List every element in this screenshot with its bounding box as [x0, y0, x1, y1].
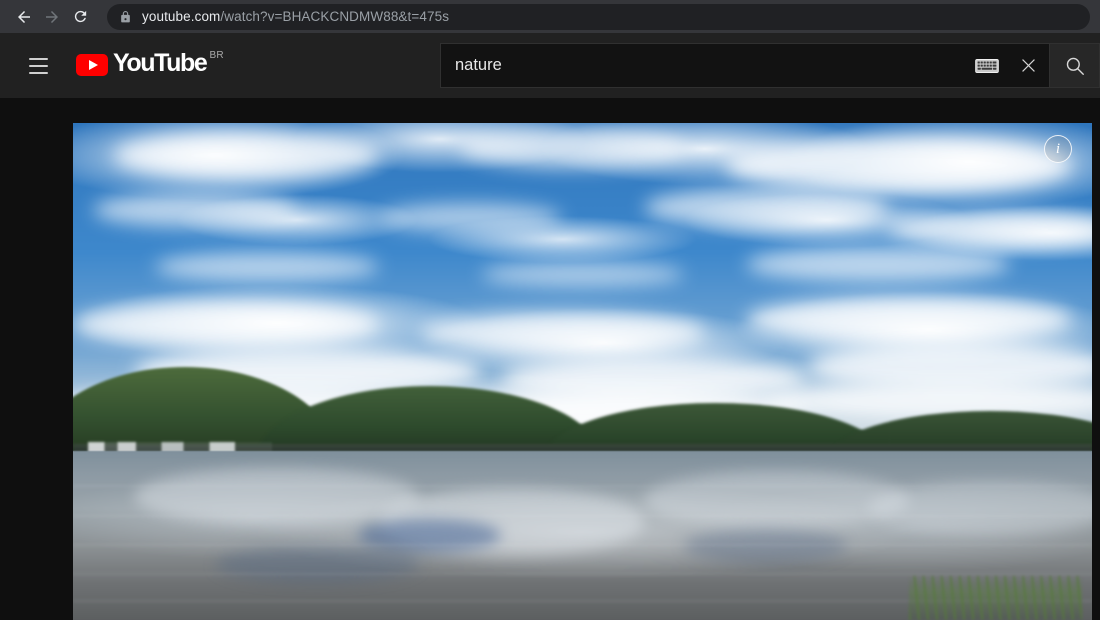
page-body: i: [0, 98, 1100, 620]
youtube-wordmark: YouTube: [113, 48, 208, 77]
cloud: [643, 187, 889, 228]
url-path: /watch?v=BHACKCNDMW88&t=475s: [220, 9, 450, 24]
hamburger-menu-icon[interactable]: [18, 46, 58, 86]
search-submit-button[interactable]: [1050, 43, 1100, 88]
hamburger-line: [28, 71, 48, 74]
cloud: [745, 296, 1072, 342]
close-icon: [1021, 59, 1035, 72]
cloud: [480, 262, 685, 287]
lake-region: [73, 451, 1092, 620]
clear-search-button[interactable]: [1007, 43, 1049, 88]
reload-button[interactable]: [66, 3, 94, 31]
back-arrow-icon: [18, 10, 30, 23]
url-host: youtube.com: [142, 9, 221, 24]
cloud-reflection: [867, 481, 1092, 536]
forward-arrow-icon: [46, 10, 58, 23]
cloud: [725, 137, 1072, 193]
cloud: [745, 247, 1011, 283]
cloud: [419, 311, 705, 352]
cloud: [93, 192, 298, 228]
youtube-logo[interactable]: YouTube BR: [76, 49, 224, 83]
search-input[interactable]: nature: [440, 43, 1050, 88]
water-ripple: [73, 572, 1092, 575]
play-triangle-icon: [76, 53, 108, 76]
water-ripple: [73, 484, 1092, 487]
video-player[interactable]: i: [73, 123, 1092, 620]
cloud: [154, 252, 379, 283]
country-code-label: BR: [209, 49, 224, 61]
water-ripple: [73, 543, 1092, 546]
browser-toolbar: youtube.com/watch?v=BHACKCNDMW88&t=475s: [0, 0, 1100, 33]
cloud: [460, 127, 685, 168]
search-area: nature: [440, 33, 1100, 98]
reload-icon: [74, 10, 86, 23]
address-bar[interactable]: youtube.com/watch?v=BHACKCNDMW88&t=475s: [107, 3, 1090, 30]
cloud: [73, 301, 379, 347]
search-icon: [1066, 57, 1084, 75]
hamburger-line: [28, 57, 48, 60]
video-info-button[interactable]: i: [1044, 135, 1072, 163]
reeds-vegetation: [908, 576, 1082, 620]
sky-reflection: [358, 518, 501, 553]
forward-button[interactable]: [38, 3, 66, 31]
hamburger-line: [28, 64, 48, 67]
water-ripple: [73, 515, 1092, 518]
keyboard-icon[interactable]: [975, 58, 999, 74]
search-input-value: nature: [455, 56, 502, 74]
back-button[interactable]: [10, 3, 38, 31]
url-text: youtube.com/watch?v=BHACKCNDMW88&t=475s: [142, 9, 449, 24]
cloud-reflection: [643, 471, 909, 529]
youtube-header: YouTube BR nature: [0, 33, 1100, 98]
lock-icon: [121, 10, 130, 22]
cloud: [378, 202, 563, 233]
video-frame: [73, 123, 1092, 620]
sky-reflection: [215, 545, 420, 583]
cloud: [113, 132, 379, 178]
